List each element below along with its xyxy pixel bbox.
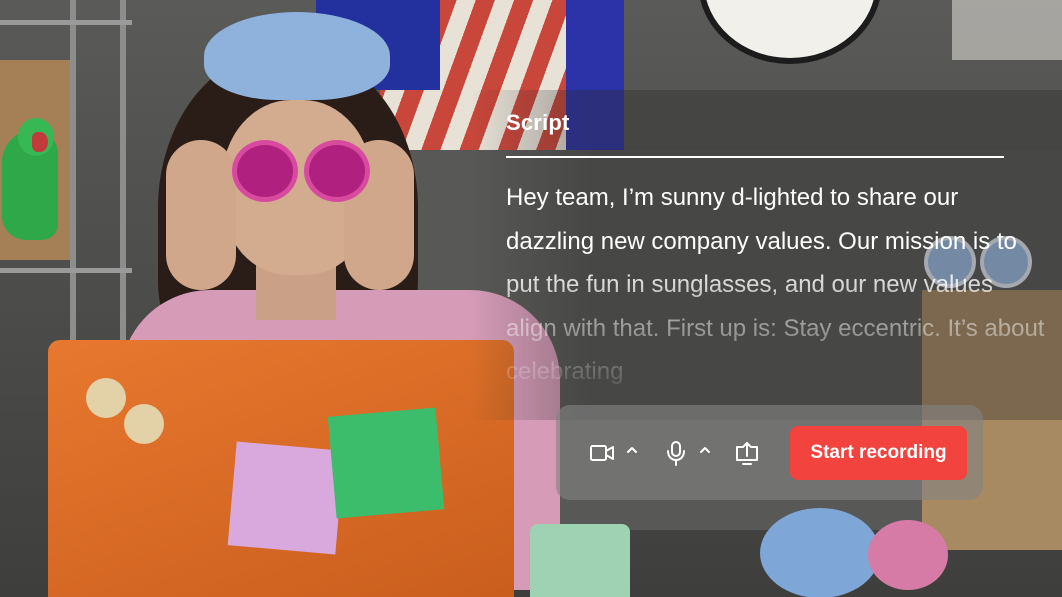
microphone-options-chevron-up-icon[interactable] xyxy=(698,445,712,455)
shelf-post xyxy=(70,0,76,340)
shelf-bar xyxy=(0,20,132,25)
shelf-bar xyxy=(0,268,132,273)
microphone-icon[interactable] xyxy=(662,439,690,467)
pink-sunglasses-lens xyxy=(232,140,298,202)
person-hand xyxy=(166,140,236,290)
wall-clock xyxy=(698,0,882,64)
bubble-wrap xyxy=(952,0,1062,60)
pink-sticky-note xyxy=(227,441,345,555)
parrot-beak xyxy=(32,132,48,152)
blue-headband xyxy=(204,12,390,100)
script-title: Script xyxy=(506,110,570,135)
pink-sunglasses-lens xyxy=(304,140,370,202)
blue-fluffy-toy xyxy=(760,508,880,597)
pink-fluffy-toy xyxy=(868,520,948,590)
share-screen-icon[interactable] xyxy=(733,439,761,467)
script-divider xyxy=(506,156,1004,158)
shelf-post xyxy=(120,0,126,340)
green-sticky-note xyxy=(327,407,445,519)
script-text[interactable]: Hey team, I’m sunny d-lighted to share o… xyxy=(506,176,1046,394)
video-camera-icon[interactable] xyxy=(588,439,616,467)
laptop-sticker xyxy=(86,378,126,418)
laptop-sticker xyxy=(124,404,164,444)
camera-options-chevron-up-icon[interactable] xyxy=(625,445,639,455)
green-mug xyxy=(530,524,630,597)
start-recording-button[interactable]: Start recording xyxy=(790,426,967,480)
recording-control-bar: Start recording xyxy=(556,405,983,500)
